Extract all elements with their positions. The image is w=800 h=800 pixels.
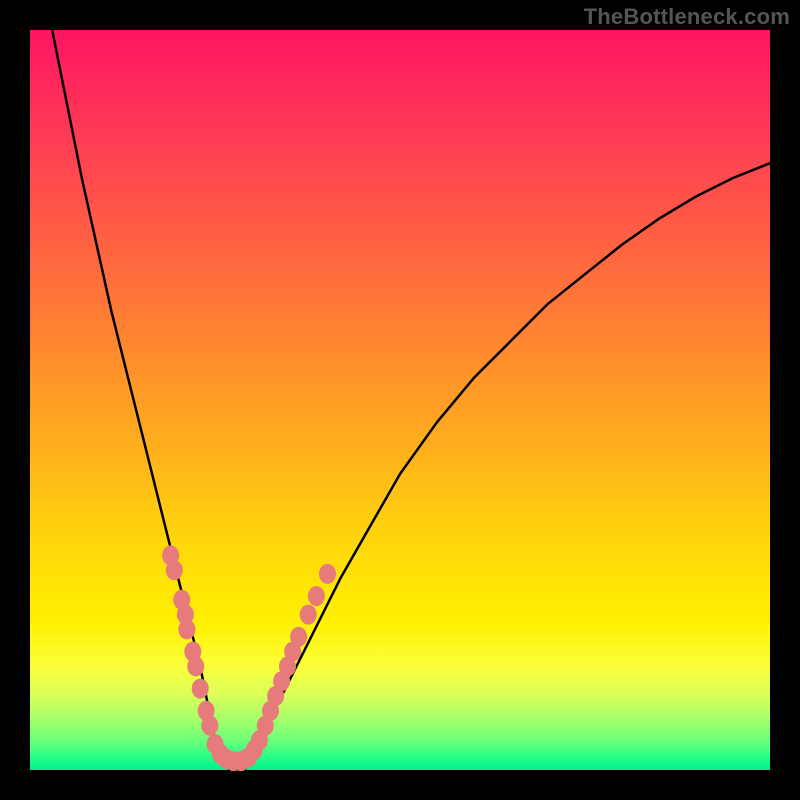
curve-path	[52, 30, 770, 770]
marker-point	[308, 586, 325, 606]
marker-point	[300, 605, 317, 625]
chart-svg	[30, 30, 770, 770]
marker-point	[290, 627, 307, 647]
marker-point	[201, 716, 218, 736]
marker-point	[187, 656, 204, 676]
plot-area	[30, 30, 770, 770]
marker-point	[178, 619, 195, 639]
chart-frame: TheBottleneck.com	[0, 0, 800, 800]
marker-point	[192, 679, 209, 699]
marker-point	[319, 564, 336, 584]
marker-point	[166, 560, 183, 580]
watermark-text: TheBottleneck.com	[584, 4, 790, 30]
marker-group	[162, 545, 336, 771]
bottleneck-curve	[52, 30, 770, 770]
